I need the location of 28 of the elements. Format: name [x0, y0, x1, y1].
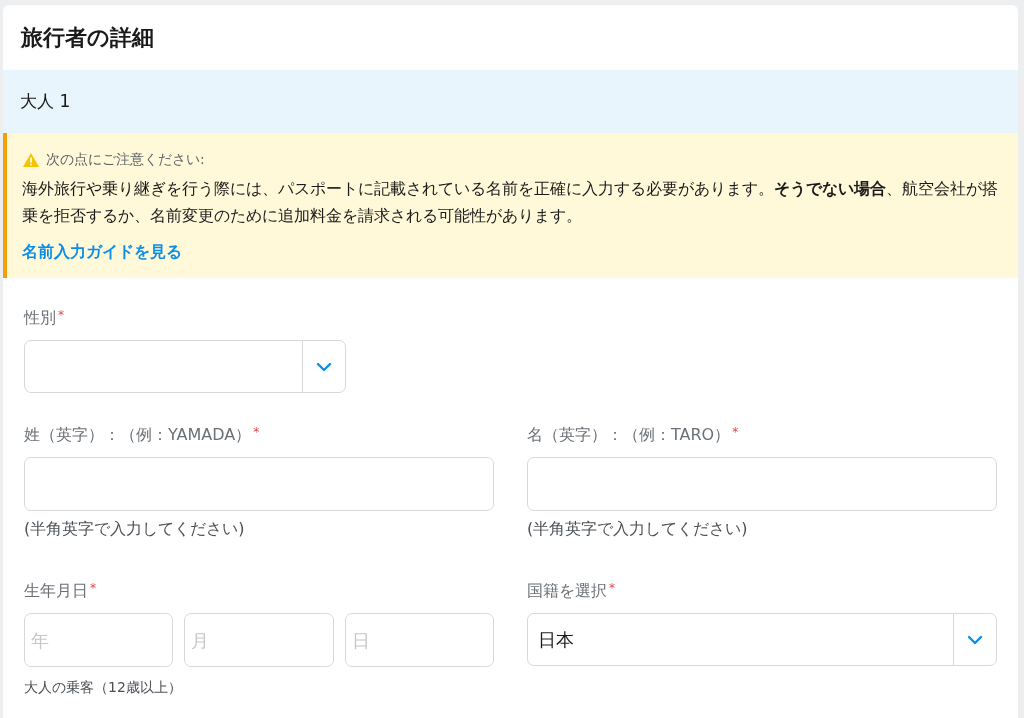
field-label: 国籍を選択 — [527, 580, 607, 602]
required-mark: * — [253, 424, 260, 441]
required-mark: * — [58, 307, 64, 324]
notice-heading: 次の点にご注意ください: — [46, 150, 205, 169]
input-hint: (半角英字で入力してください) — [24, 518, 246, 540]
input-hint: (半角英字で入力してください) — [527, 518, 749, 540]
field-label: 性別 — [24, 307, 56, 329]
date-input[interactable]: 月 — [184, 613, 334, 667]
select-field[interactable]: 日本 — [527, 613, 997, 666]
notice-text: 海外旅行や乗り継ぎを行う際には、パスポートに記載されている名前を正確に入力する必要があります。そうでない場合、航空会社が搭乗を拒否するか、名前変更のために追加料金を請求される可能性があります。 — [22, 179, 999, 227]
date-input[interactable]: 日 — [344, 613, 494, 667]
text-input[interactable] — [527, 457, 997, 511]
required-mark: * — [732, 424, 739, 441]
required-mark: * — [90, 580, 96, 597]
field-label: 姓（英字）：（例：YAMADA） — [24, 424, 252, 446]
date-input[interactable]: 年 — [24, 613, 174, 667]
passenger-header: 大人 1 — [3, 70, 1018, 133]
select-value: 日本 — [538, 628, 574, 652]
chevron-down-icon — [316, 361, 332, 372]
text-input[interactable] — [24, 457, 494, 511]
age-note: 大人の乗客（12歳以上） — [24, 678, 183, 697]
chevron-down-icon — [967, 634, 983, 645]
field-label: 生年月日 — [24, 580, 88, 602]
field-label: 名（英字）：（例：TARO） — [527, 424, 731, 446]
select-field[interactable] — [24, 340, 346, 393]
warning-icon — [22, 151, 40, 168]
page-title: 旅行者の詳細 — [21, 24, 154, 52]
required-mark: * — [609, 580, 615, 597]
